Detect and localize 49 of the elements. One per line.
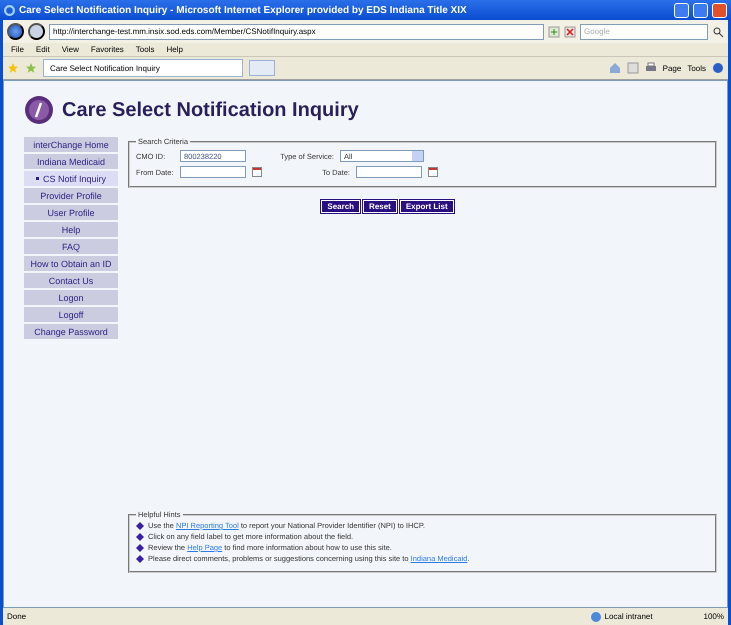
sidebar-item[interactable]: Help [24,222,118,237]
from-date-field[interactable] [180,166,246,178]
zoom-level[interactable]: 100% [704,612,724,621]
diamond-bullet-icon [136,554,144,562]
sidebar-item[interactable]: How to Obtain an ID [24,256,118,271]
action-button[interactable]: Export List [400,200,454,213]
to-date-field[interactable] [356,166,422,178]
sidebar-item[interactable]: interChange Home [24,137,118,152]
status-text: Done [7,612,28,621]
calendar-icon[interactable] [428,167,438,177]
sidebar-item[interactable]: CS Notif Inquiry [24,171,118,186]
command-button[interactable]: Page [662,64,682,72]
sidebar-item[interactable]: Logon [24,290,118,305]
zone-text: Local intranet [604,612,653,621]
diamond-bullet-icon [136,522,144,530]
star-icon[interactable] [7,62,19,74]
close-button[interactable] [712,2,727,18]
sidebar-item[interactable]: User Profile [24,205,118,220]
menu-item[interactable]: File [11,45,24,54]
forward-button[interactable] [28,23,45,40]
menu-item[interactable]: Tools [136,45,154,54]
search-icon[interactable] [712,26,724,38]
diamond-bullet-icon [136,544,144,552]
printer-icon[interactable] [644,62,657,74]
action-button[interactable]: Search [321,200,360,213]
menu-item[interactable]: Help [166,45,183,54]
diamond-bullet-icon [136,532,144,540]
sidebar-item[interactable]: Logoff [24,307,118,322]
menu-item[interactable]: Favorites [90,45,124,54]
search-field[interactable]: Google [580,24,708,40]
menu-item[interactable]: Edit [36,45,50,54]
sidebar-item[interactable]: Contact Us [24,273,118,288]
calendar-icon[interactable] [252,167,262,177]
sidebar-item[interactable]: Provider Profile [24,188,118,203]
minimize-button[interactable] [674,2,689,18]
page-title: Care Select Notification Inquiry [62,98,359,122]
back-button[interactable] [7,23,24,40]
browser-tab[interactable]: Care Select Notification Inquiry [43,59,243,77]
sidebar-item[interactable]: Change Password [24,324,118,339]
stop-icon[interactable] [564,26,576,38]
logo-icon [24,95,54,125]
maximize-button[interactable] [693,2,708,18]
window-title: Care Select Notification Inquiry - Microsoft Internet Explorer provided by EDS Indiana Title XIX [19,4,468,16]
sidebar-item[interactable]: Indiana Medicaid [24,154,118,169]
action-button[interactable]: Reset [363,200,397,213]
command-button[interactable]: Tools [687,64,706,72]
menu-item[interactable]: View [62,45,79,54]
sidebar-item[interactable]: FAQ [24,239,118,254]
address-field[interactable]: http://interchange-test.mm.insix.sod.eds.com/Member/CSNotifInquiry.aspx [49,24,544,40]
